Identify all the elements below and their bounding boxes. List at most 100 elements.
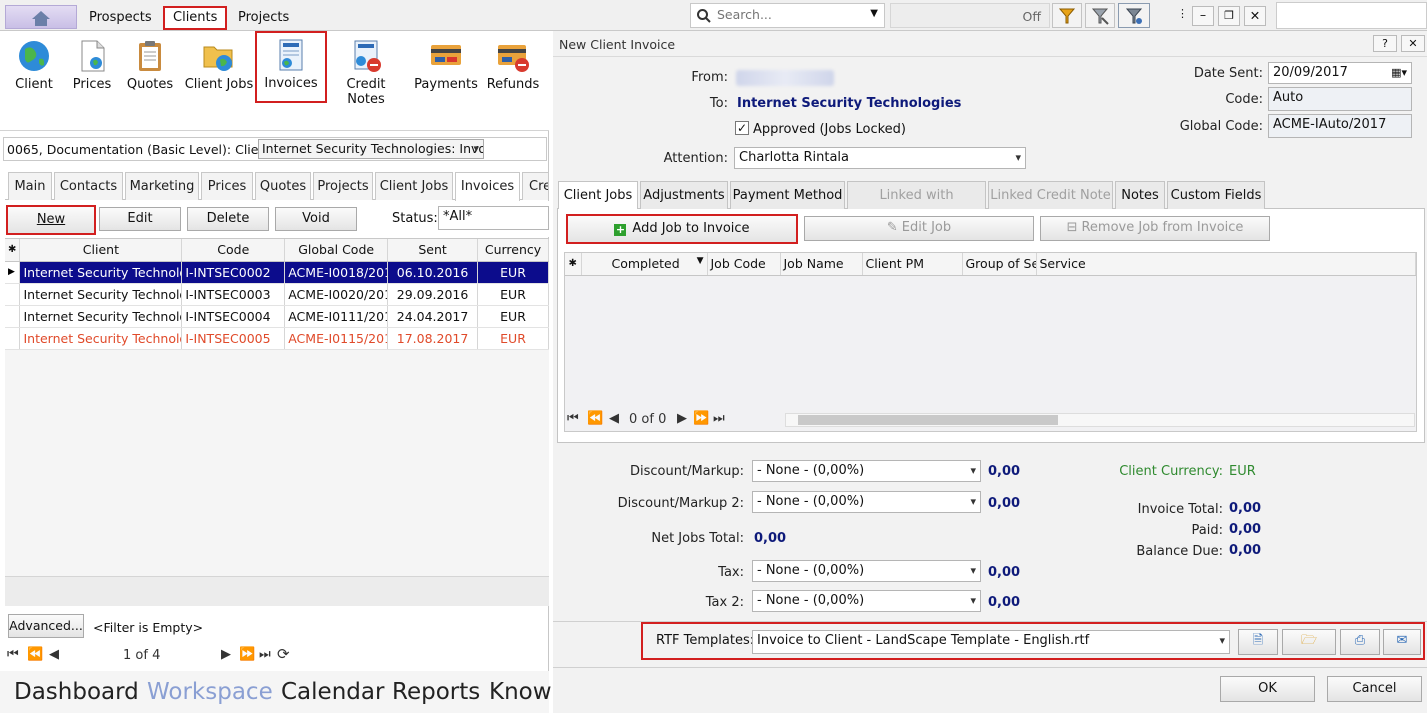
remove-job-button[interactable]: ⊟ Remove Job from Invoice xyxy=(1040,216,1270,241)
breadcrumb-context-dropdown[interactable]: Internet Security Technologies: Invoices xyxy=(258,139,484,159)
ribbon-prices[interactable]: Prices xyxy=(60,35,124,101)
table-row[interactable]: ▶ Internet Security Technologies I-INTSE… xyxy=(5,261,549,284)
col-group-of-services[interactable]: Group of Se xyxy=(962,253,1037,276)
restore-button[interactable]: ❐ xyxy=(1218,6,1240,26)
next-page-fast-icon[interactable]: ⏩ xyxy=(239,647,255,662)
discount2-select[interactable]: - None - (0,00%) xyxy=(752,491,981,513)
search-input[interactable] xyxy=(717,7,857,22)
open-template-button[interactable]: 🗁 xyxy=(1282,629,1336,655)
global-code-field[interactable]: ACME-IAuto/2017 xyxy=(1268,114,1412,138)
ribbon-payments[interactable]: Payments xyxy=(413,35,479,101)
tab-contacts[interactable]: Contacts xyxy=(54,172,123,200)
col-global-code[interactable]: Global Code xyxy=(284,239,389,262)
col-code[interactable]: Code xyxy=(181,239,286,262)
jobs-horizontal-scrollbar[interactable] xyxy=(785,413,1415,427)
tab-marketing[interactable]: Marketing xyxy=(125,172,199,200)
cancel-button[interactable]: Cancel xyxy=(1327,676,1422,702)
tab-credit-notes[interactable]: Cre xyxy=(522,172,549,200)
date-sent-field[interactable]: 20/09/2017 ▦▾ xyxy=(1268,62,1412,84)
scrollbar-thumb[interactable] xyxy=(798,415,1058,425)
close-button[interactable]: ✕ xyxy=(1244,6,1266,26)
nav-dashboard[interactable]: Dashboard xyxy=(14,679,139,705)
dialog-close-button[interactable]: ✕ xyxy=(1401,35,1425,52)
tab-adjustments[interactable]: Adjustments xyxy=(640,181,728,209)
tab-client-jobs-dialog[interactable]: Client Jobs xyxy=(558,181,638,210)
last-page-icon[interactable]: ⏭ xyxy=(259,647,271,662)
nav-workspace[interactable]: Workspace xyxy=(147,679,273,705)
void-button[interactable]: Void xyxy=(275,207,357,231)
status-select[interactable]: *All* xyxy=(438,206,549,230)
col-service[interactable]: Service xyxy=(1036,253,1416,276)
code-field[interactable]: Auto xyxy=(1268,87,1412,111)
last-page-icon[interactable]: ⏭ xyxy=(713,411,725,426)
new-button[interactable]: New xyxy=(6,205,96,235)
nav-calendar[interactable]: Calendar xyxy=(281,679,384,705)
chevron-down-icon[interactable]: ▼ xyxy=(697,256,704,266)
col-job-name[interactable]: Job Name xyxy=(780,253,863,276)
funnel-button[interactable] xyxy=(1052,3,1082,28)
col-completed[interactable]: Completed ▼ xyxy=(581,253,708,276)
delete-button[interactable]: Delete xyxy=(187,207,269,231)
tab-projects[interactable]: Projects xyxy=(229,6,298,30)
table-row[interactable]: Internet Security Technologies I-INTSEC0… xyxy=(5,327,549,350)
edit-job-button[interactable]: ✎ Edit Job xyxy=(804,216,1034,241)
first-page-icon[interactable]: ⏮ xyxy=(567,411,579,426)
tab-projects-client[interactable]: Projects xyxy=(313,172,373,200)
next-page-icon[interactable]: ▶ xyxy=(221,647,231,662)
tab-linked-with-payments[interactable]: Linked with Payments xyxy=(847,181,986,231)
col-client[interactable]: Client xyxy=(19,239,183,262)
tab-payment-method[interactable]: Payment Method xyxy=(730,181,845,209)
nav-knowledge[interactable]: Know xyxy=(489,679,552,705)
tab-notes[interactable]: Notes xyxy=(1115,181,1165,209)
ribbon-refunds[interactable]: Refunds xyxy=(481,35,545,101)
discount-select[interactable]: - None - (0,00%) xyxy=(752,460,981,482)
tax2-select[interactable]: - None - (0,00%) xyxy=(752,590,981,612)
table-row[interactable]: Internet Security Technologies I-INTSEC0… xyxy=(5,305,549,328)
ribbon-client[interactable]: Client xyxy=(2,35,66,101)
col-client-pm[interactable]: Client PM xyxy=(862,253,963,276)
next-page-icon[interactable]: ▶ xyxy=(677,411,687,426)
search-box[interactable]: ▼ xyxy=(690,3,885,28)
prev-page-icon[interactable]: ◀ xyxy=(49,647,59,662)
tab-invoices[interactable]: Invoices xyxy=(455,172,520,201)
nav-reports[interactable]: Reports xyxy=(392,679,480,705)
edit-button[interactable]: Edit xyxy=(99,207,181,231)
rtf-template-select[interactable]: Invoice to Client - LandScape Template -… xyxy=(752,630,1230,654)
col-sent[interactable]: Sent xyxy=(387,239,479,262)
col-currency[interactable]: Currency xyxy=(477,239,549,262)
tab-quotes[interactable]: Quotes xyxy=(255,172,311,200)
attention-select[interactable]: Charlotta Rintala xyxy=(734,147,1026,169)
calendar-icon[interactable]: ▦▾ xyxy=(1391,63,1407,83)
first-page-icon[interactable]: ⏮ xyxy=(7,647,19,662)
tab-linked-credit-note[interactable]: Linked Credit Note xyxy=(988,181,1113,209)
ribbon-credit-notes[interactable]: Credit Notes xyxy=(327,35,405,107)
ribbon-quotes[interactable]: Quotes xyxy=(118,35,182,101)
ok-button[interactable]: OK xyxy=(1220,676,1315,702)
ribbon-client-jobs[interactable]: Client Jobs xyxy=(184,35,254,101)
advanced-filter-button[interactable]: Advanced... xyxy=(8,614,84,638)
table-row[interactable]: Internet Security Technologies I-INTSEC0… xyxy=(5,283,549,306)
clear-filter-button[interactable] xyxy=(1085,3,1115,28)
print-button[interactable]: ⎙ xyxy=(1340,629,1380,655)
refresh-icon[interactable]: ⟳ xyxy=(277,645,290,663)
tab-prices[interactable]: Prices xyxy=(201,172,253,200)
minimize-button[interactable]: – xyxy=(1192,6,1214,26)
tab-client-jobs[interactable]: Client Jobs xyxy=(375,172,453,200)
window-menu-icon[interactable]: ⋮ xyxy=(1177,7,1188,20)
prev-page-icon[interactable]: ◀ xyxy=(609,411,619,426)
approved-checkbox[interactable]: ✓ xyxy=(735,121,749,135)
new-document-button[interactable]: 🗎 xyxy=(1238,629,1278,655)
chevron-down-icon[interactable]: ▼ xyxy=(870,8,878,19)
tab-clients[interactable]: Clients xyxy=(162,6,228,30)
tab-custom-fields[interactable]: Custom Fields xyxy=(1167,181,1265,209)
tax-select[interactable]: - None - (0,00%) xyxy=(752,560,981,582)
prev-page-fast-icon[interactable]: ⏪ xyxy=(27,647,43,662)
saved-filter-button[interactable] xyxy=(1118,3,1150,28)
prev-page-fast-icon[interactable]: ⏪ xyxy=(587,411,603,426)
col-job-code[interactable]: Job Code xyxy=(707,253,781,276)
home-button[interactable] xyxy=(5,5,77,29)
tab-main[interactable]: Main xyxy=(8,172,52,200)
help-button[interactable]: ? xyxy=(1373,35,1397,52)
email-button[interactable]: ✉ xyxy=(1383,629,1421,655)
add-job-button[interactable]: + Add Job to Invoice xyxy=(566,214,798,244)
